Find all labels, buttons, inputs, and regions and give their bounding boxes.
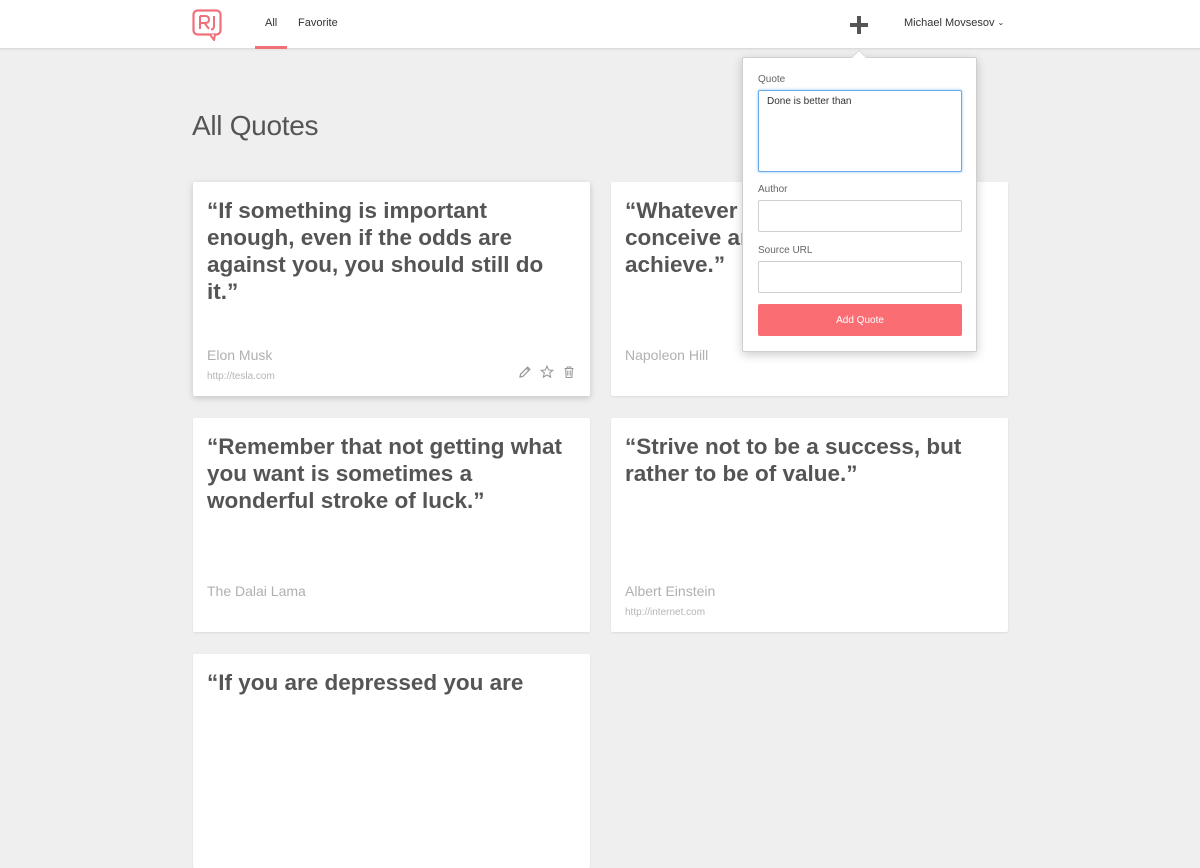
pencil-icon[interactable] [518, 365, 532, 379]
tab-all[interactable]: All [265, 17, 277, 29]
quote-author: Elon Musk [207, 347, 273, 363]
quote-author: Albert Einstein [625, 583, 716, 599]
quote-card[interactable]: “Remember that not getting what you want… [193, 418, 590, 632]
active-tab-indicator [255, 46, 287, 49]
author-field-label: Author [758, 184, 788, 195]
add-quote-popover: Quote Done is better than Author Source … [742, 50, 977, 352]
tab-favorite[interactable]: Favorite [298, 17, 338, 29]
user-menu[interactable]: Michael Movsesov ⌄ [904, 17, 1004, 29]
author-input[interactable] [758, 200, 962, 232]
quote-text: “Strive not to be a success, but rather … [625, 434, 962, 486]
quote-field-label: Quote [758, 74, 786, 85]
quote-source-url[interactable]: http://tesla.com [207, 371, 275, 382]
page-title: All Quotes [192, 110, 319, 141]
quote-author: Napoleon Hill [625, 347, 709, 363]
quote-card[interactable]: “If something is important enough, even … [193, 182, 590, 396]
quote-text: “Remember that not getting what you want… [207, 434, 563, 513]
add-quote-button[interactable]: Add Quote [758, 304, 962, 336]
card-actions [518, 364, 576, 379]
quote-text: “If something is important enough, even … [207, 198, 544, 304]
quote-text: “If you are depressed you are [207, 670, 524, 695]
quote-card[interactable]: “Strive not to be a success, but rather … [611, 418, 1008, 632]
star-icon[interactable] [539, 364, 555, 379]
speech-bubble-logo-icon[interactable] [192, 9, 222, 41]
quote-author: The Dalai Lama [207, 583, 306, 599]
chevron-down-icon: ⌄ [997, 18, 1005, 27]
add-quote-plus-icon[interactable] [850, 16, 868, 34]
source-url-field-label: Source URL [758, 245, 813, 256]
quote-source-url[interactable]: http://internet.com [625, 607, 705, 618]
user-name: Michael Movsesov [904, 17, 995, 29]
trash-icon[interactable] [562, 365, 576, 379]
quote-textarea[interactable]: Done is better than [758, 90, 962, 172]
popover-arrow [851, 50, 867, 58]
source-url-input[interactable] [758, 261, 962, 293]
quote-card[interactable]: “If you are depressed you are [193, 654, 590, 868]
top-navbar: All Favorite Michael Movsesov ⌄ [0, 0, 1200, 49]
